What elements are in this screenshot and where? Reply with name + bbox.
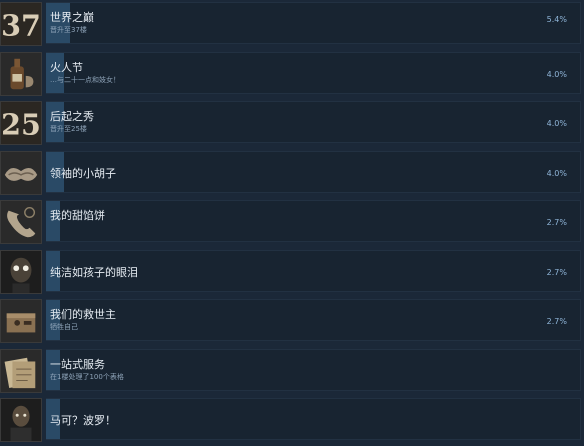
svg-text:37: 37 (1, 8, 41, 42)
achievement-percent: 2.7% (546, 218, 567, 227)
achievement-panel: 领袖的小胡子 4.0% (46, 150, 581, 193)
bomb-box-icon (0, 299, 42, 343)
face-icon (0, 249, 42, 294)
achievement-title: 一站式服务 (50, 357, 105, 371)
achievement-row[interactable]: 我们的救世主 牺牲自己 2.7% (0, 297, 584, 347)
achievement-percent: 2.7% (546, 317, 567, 326)
achievement-title: 纯洁如孩子的眼泪 (50, 265, 138, 279)
achievement-title: 马可？波罗！ (50, 414, 116, 427)
achievement-row[interactable]: 马可？波罗！ (0, 396, 584, 446)
achievement-percent: 4.0% (546, 69, 567, 79)
svg-text:25: 25 (1, 107, 41, 141)
achievement-percent: 5.4% (546, 15, 567, 24)
achievement-title: 我们的救世主 (50, 308, 116, 321)
mustache-icon (0, 150, 42, 195)
achievement-desc: 牺牲自己 (50, 323, 78, 331)
achievement-percent: 2.7% (546, 267, 567, 277)
number-37-icon: 37 (0, 2, 42, 46)
achievement-row[interactable]: 领袖的小胡子 4.0% (0, 149, 584, 199)
achievement-row[interactable]: 37 世界之巅 晋升至37楼 5.4% (0, 0, 584, 50)
achievement-title: 我的甜馅饼 (50, 209, 105, 222)
achievement-row[interactable]: 纯洁如孩子的眼泪 2.7% (0, 248, 584, 298)
achievement-list: 37 世界之巅 晋升至37楼 5.4% 火人节 …与二十一点和妓女！ 4.0% (0, 0, 584, 446)
achievement-desc: 晋升至25楼 (50, 125, 87, 133)
achievement-panel: 一站式服务 在1楼处理了100个表格 (46, 348, 581, 391)
achievement-row[interactable]: 25 后起之秀 晋升至25楼 4.0% (0, 99, 584, 149)
achievement-row[interactable]: 一站式服务 在1楼处理了100个表格 (0, 347, 584, 397)
achievement-panel: 我们的救世主 牺牲自己 2.7% (46, 299, 581, 341)
achievement-panel: 马可？波罗！ (46, 398, 581, 440)
achievement-panel: 火人节 …与二十一点和妓女！ 4.0% (46, 51, 581, 94)
achievement-row[interactable]: 火人节 …与二十一点和妓女！ 4.0% (0, 50, 584, 100)
achievement-percent: 4.0% (546, 168, 567, 178)
achievement-panel: 后起之秀 晋升至25楼 4.0% (46, 101, 581, 143)
number-25-icon: 25 (0, 101, 42, 145)
achievement-desc: 晋升至37楼 (50, 26, 87, 34)
achievement-row[interactable]: 我的甜馅饼 2.7% (0, 198, 584, 248)
achievement-desc: 在1楼处理了100个表格 (50, 372, 124, 381)
achievement-title: 火人节 (50, 60, 83, 74)
achievement-title: 领袖的小胡子 (50, 166, 116, 180)
documents-icon (0, 348, 42, 393)
achievement-panel: 世界之巅 晋升至37楼 5.4% (46, 2, 581, 44)
achievement-title: 后起之秀 (50, 110, 94, 123)
achievement-percent: 4.0% (546, 119, 567, 128)
achievement-panel: 我的甜馅饼 2.7% (46, 200, 581, 242)
achievement-title: 世界之巅 (50, 11, 94, 24)
portrait-icon (0, 398, 42, 442)
bottle-icon (0, 51, 42, 96)
telephone-icon (0, 200, 42, 244)
achievement-desc: …与二十一点和妓女！ (50, 75, 120, 84)
achievement-panel: 纯洁如孩子的眼泪 2.7% (46, 249, 581, 292)
